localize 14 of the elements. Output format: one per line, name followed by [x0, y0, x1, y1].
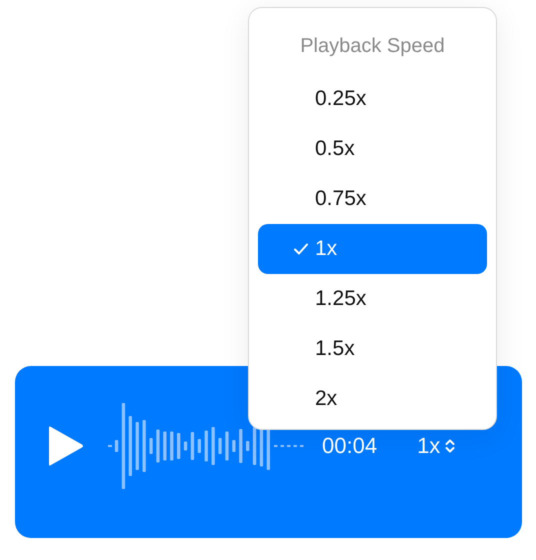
speed-button[interactable]: 1x — [417, 433, 456, 459]
checkmark-icon — [293, 242, 309, 256]
play-icon — [48, 424, 84, 468]
menu-item[interactable]: 1.5x — [258, 324, 487, 374]
play-button[interactable] — [48, 424, 84, 468]
chevron-icon — [445, 438, 456, 454]
menu-title: Playback Speed — [299, 34, 446, 59]
menu-item[interactable]: 2x — [258, 374, 487, 424]
menu-item[interactable]: 0.75x — [258, 174, 487, 224]
menu-item[interactable]: 0.25x — [258, 74, 487, 124]
time-label: 00:04 — [322, 433, 378, 459]
menu-item[interactable]: 1x — [258, 224, 487, 274]
menu-item[interactable]: 0.5x — [258, 124, 487, 174]
menu-item[interactable]: 1.25x — [258, 274, 487, 324]
